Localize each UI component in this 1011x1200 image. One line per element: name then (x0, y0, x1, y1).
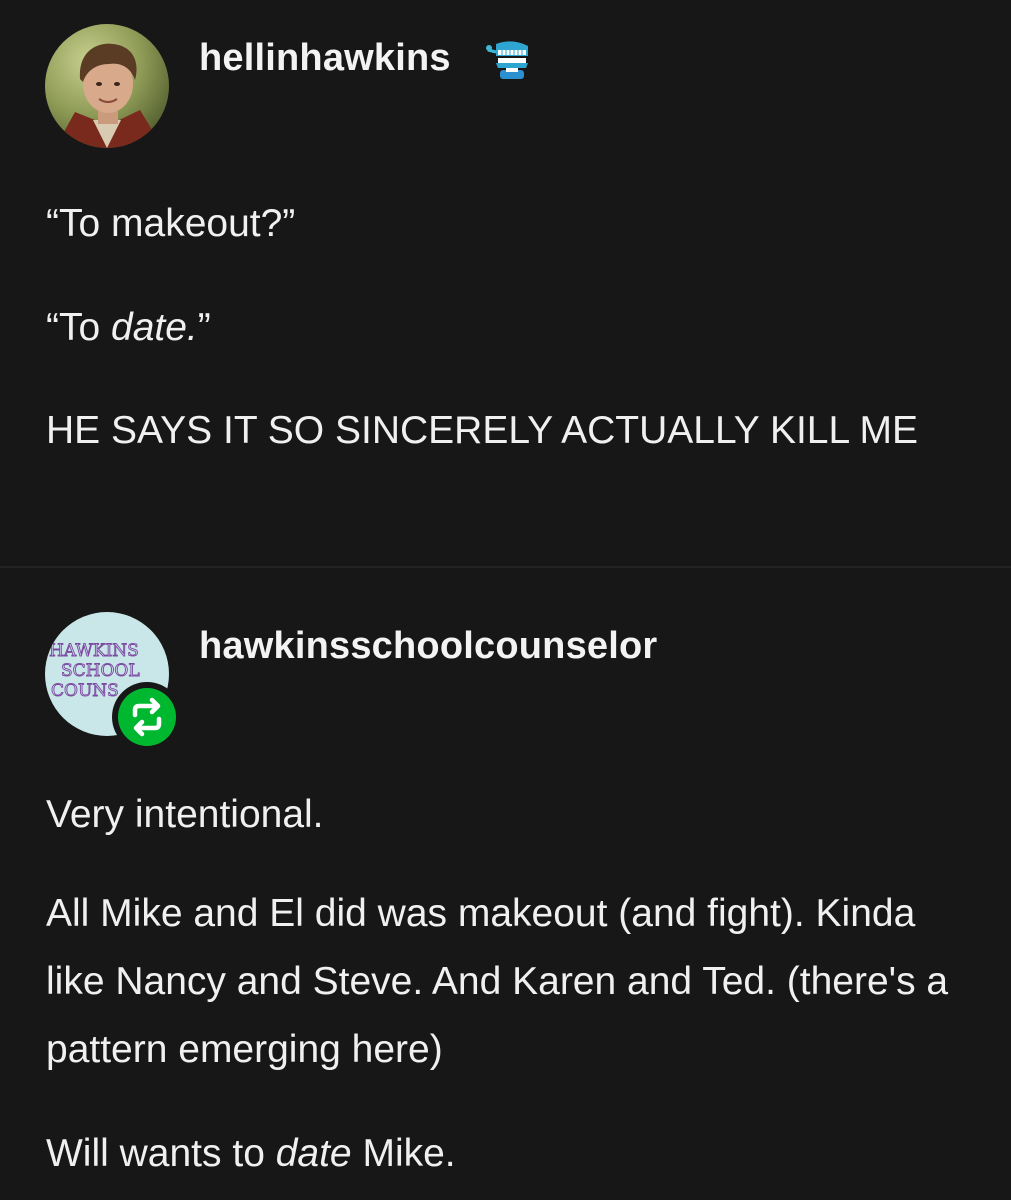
post-paragraph: Very intentional. (46, 793, 324, 836)
svg-text:COUNS: COUNS (51, 681, 119, 701)
profile-photo-avatar (45, 24, 169, 148)
post-paragraph: Will wants to date Mike. (46, 1132, 456, 1175)
italic-text: date. (111, 306, 198, 349)
post-paragraph: HE SAYS IT SO SINCERELY ACTUALLY KILL ME (46, 409, 919, 452)
svg-text:HAWKINS: HAWKINS (49, 641, 139, 661)
post-paragraph: All Mike and El did was makeout (and fig… (46, 892, 949, 1071)
post-paragraph: “To date.” (46, 306, 211, 349)
reblog-badge (112, 682, 182, 752)
username[interactable]: hellinhawkins (199, 37, 451, 80)
post-hawkinsschoolcounselor: HAWKINS SCHOOL COUNS hawkinsschoolcounse… (0, 566, 1011, 1200)
username[interactable]: hawkinsschoolcounselor (199, 625, 657, 668)
wind-up-chattering-teeth-icon (486, 40, 534, 82)
avatar[interactable] (45, 24, 169, 148)
post-hellinhawkins: hellinhawkins “To makeout?” “To date.” H… (0, 0, 1011, 566)
reblog-icon (118, 688, 176, 746)
italic-text: date (275, 1132, 352, 1175)
svg-text:SCHOOL: SCHOOL (61, 661, 140, 681)
post-paragraph: “To makeout?” (46, 202, 296, 245)
